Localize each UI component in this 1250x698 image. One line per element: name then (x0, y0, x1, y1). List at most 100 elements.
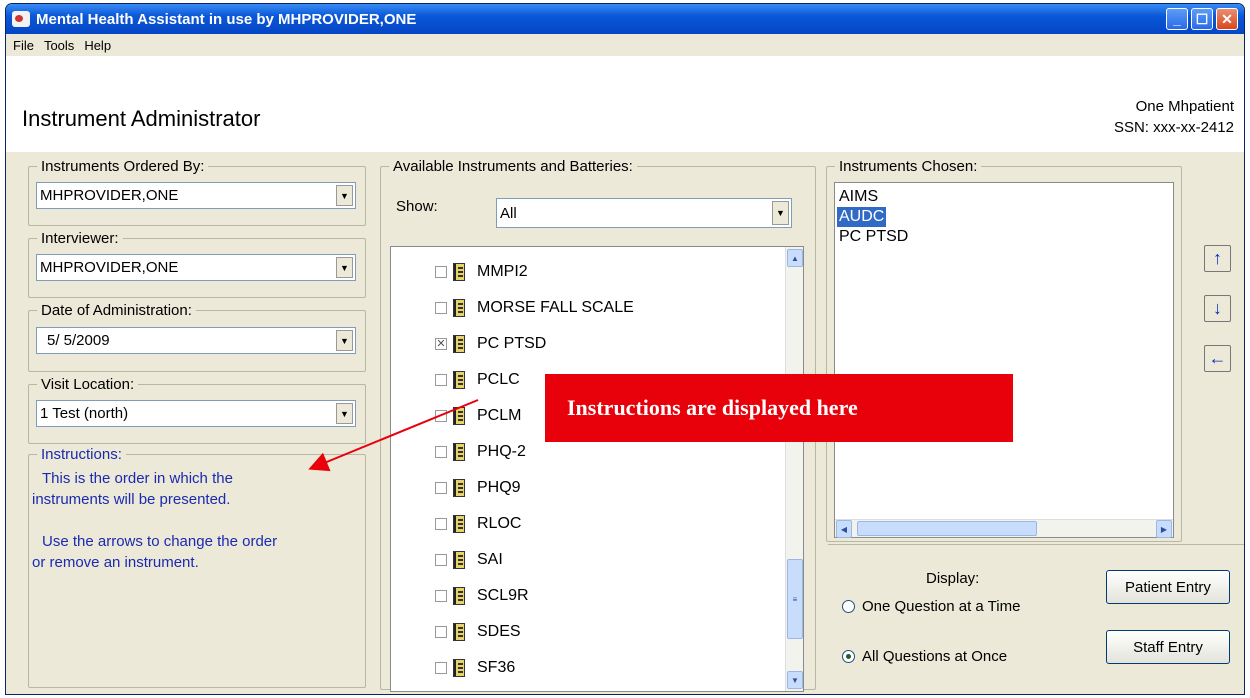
checkbox[interactable]: ✕ (435, 338, 447, 350)
list-item-label: MMPI2 (477, 263, 528, 280)
radio-icon[interactable] (842, 600, 855, 613)
instrument-book-icon (453, 371, 465, 389)
list-item[interactable]: SAI (435, 541, 503, 579)
list-item[interactable]: RLOC (435, 505, 521, 543)
chevron-down-icon[interactable]: ▼ (336, 403, 353, 424)
list-item[interactable]: AUDC (837, 207, 887, 227)
instrument-book-icon (453, 551, 465, 569)
checkbox[interactable] (435, 302, 447, 314)
list-item[interactable]: ✕ PC PTSD (435, 325, 546, 363)
list-item-label: PC PTSD (477, 335, 547, 352)
list-item-label: PCLC (477, 371, 520, 388)
list-item[interactable]: SCL9R (435, 577, 529, 615)
title-bar: Mental Health Assistant in use by MHPROV… (6, 4, 1244, 34)
radio-one-question-label: One Question at a Time (862, 598, 1021, 615)
chevron-down-icon[interactable]: ▼ (336, 257, 353, 278)
list-item-label: MORSE FALL SCALE (477, 299, 634, 316)
list-item[interactable]: PHQ9 (435, 469, 521, 507)
checkbox[interactable] (435, 518, 447, 530)
checkbox[interactable] (435, 626, 447, 638)
menu-bar: File Tools Help (6, 34, 1244, 56)
instrument-book-icon (453, 623, 465, 641)
date-select[interactable]: 5/ 5/2009 ▼ (36, 327, 356, 354)
scroll-thumb[interactable] (857, 521, 1037, 536)
header: Instrument Administrator One Mhpatient S… (6, 56, 1244, 152)
patient-name: One Mhpatient (1135, 98, 1234, 115)
minimize-button[interactable]: _ (1166, 8, 1188, 30)
list-item-label: SCL9R (477, 587, 529, 604)
menu-tools[interactable]: Tools (39, 38, 79, 53)
list-item-label: PHQ9 (477, 479, 521, 496)
instructions-label: Instructions: (41, 446, 122, 463)
instructions-line-4: or remove an instrument. (32, 554, 199, 571)
ordered-by-select[interactable]: MHPROVIDER,ONE ▼ (36, 182, 356, 209)
list-item-label: SAI (477, 551, 503, 568)
move-up-button[interactable]: ↑ (1204, 245, 1231, 272)
instrument-book-icon (453, 407, 465, 425)
menu-file[interactable]: File (8, 38, 39, 53)
available-scrollbar[interactable]: ▲ ≡ ▼ (785, 247, 803, 691)
location-value: 1 Test (north) (40, 405, 129, 422)
move-down-button[interactable]: ↓ (1204, 295, 1231, 322)
remove-button[interactable]: ← (1204, 345, 1231, 372)
ordered-by-label: Instruments Ordered By: (41, 158, 205, 175)
checkbox[interactable] (435, 266, 447, 278)
list-item[interactable]: SF36 (435, 649, 515, 687)
chosen-list[interactable]: AIMS AUDC PC PTSD ◀ ▶ (834, 182, 1174, 538)
display-panel (828, 544, 1244, 690)
patient-info: One Mhpatient SSN: xxx-xx-2412 (1114, 96, 1234, 138)
list-item[interactable]: PCLM (435, 397, 521, 435)
list-item[interactable]: PCLC (435, 361, 520, 399)
instrument-book-icon (453, 335, 465, 353)
maximize-button[interactable]: ☐ (1191, 8, 1213, 30)
radio-icon[interactable] (842, 650, 855, 663)
show-value: All (500, 204, 517, 222)
scroll-up-icon[interactable]: ▲ (787, 249, 803, 267)
scroll-right-icon[interactable]: ▶ (1156, 520, 1172, 538)
scroll-thumb[interactable]: ≡ (787, 559, 803, 639)
checkbox[interactable] (435, 410, 447, 422)
radio-one-question[interactable]: One Question at a Time (842, 598, 1020, 615)
patient-entry-button[interactable]: Patient Entry (1106, 570, 1230, 604)
list-item[interactable]: PC PTSD (837, 227, 910, 247)
show-select[interactable]: All ▼ (496, 198, 792, 228)
display-label: Display: (926, 570, 980, 587)
location-label: Visit Location: (41, 376, 135, 393)
annotation-callout: Instructions are displayed here (545, 374, 1013, 442)
checkbox[interactable] (435, 446, 447, 458)
close-button[interactable]: ✕ (1216, 8, 1238, 30)
menu-help[interactable]: Help (79, 38, 116, 53)
date-label: Date of Administration: (41, 302, 192, 319)
instructions-line-2: instruments will be presented. (32, 491, 231, 508)
list-item-label: RLOC (477, 515, 522, 532)
checkbox[interactable] (435, 662, 447, 674)
staff-entry-button[interactable]: Staff Entry (1106, 630, 1230, 664)
list-item[interactable]: PHQ-2 (435, 433, 526, 471)
checkbox[interactable] (435, 590, 447, 602)
ordered-by-value: MHPROVIDER,ONE (40, 187, 179, 204)
chevron-down-icon[interactable]: ▼ (336, 330, 353, 351)
location-select[interactable]: 1 Test (north) ▼ (36, 400, 356, 427)
chosen-label: Instruments Chosen: (839, 158, 978, 175)
list-item[interactable]: SDES (435, 613, 521, 651)
list-item[interactable]: MORSE FALL SCALE (435, 289, 634, 327)
list-item[interactable]: MMPI2 (435, 253, 528, 291)
window-title: Mental Health Assistant in use by MHPROV… (36, 10, 417, 28)
checkbox[interactable] (435, 482, 447, 494)
chevron-down-icon[interactable]: ▼ (336, 185, 353, 206)
scroll-left-icon[interactable]: ◀ (836, 520, 852, 538)
scroll-down-icon[interactable]: ▼ (787, 671, 803, 689)
list-item[interactable]: AIMS (837, 187, 880, 207)
list-item-label: PCLM (477, 407, 522, 424)
available-list[interactable]: MMPI2 MORSE FALL SCALE ✕ PC PTSD PCLC PCLM PHQ… (390, 246, 804, 692)
instrument-book-icon (453, 263, 465, 281)
radio-all-questions[interactable]: All Questions at Once (842, 648, 1007, 665)
chosen-hscrollbar[interactable]: ◀ ▶ (835, 519, 1173, 538)
list-item-label: SF36 (477, 659, 516, 676)
checkbox[interactable] (435, 554, 447, 566)
list-item-label: SDES (477, 623, 521, 640)
checkbox[interactable] (435, 374, 447, 386)
interviewer-select[interactable]: MHPROVIDER,ONE ▼ (36, 254, 356, 281)
chevron-down-icon[interactable]: ▼ (772, 201, 789, 225)
instructions-text: This is the order in which the instrumen… (32, 468, 352, 573)
